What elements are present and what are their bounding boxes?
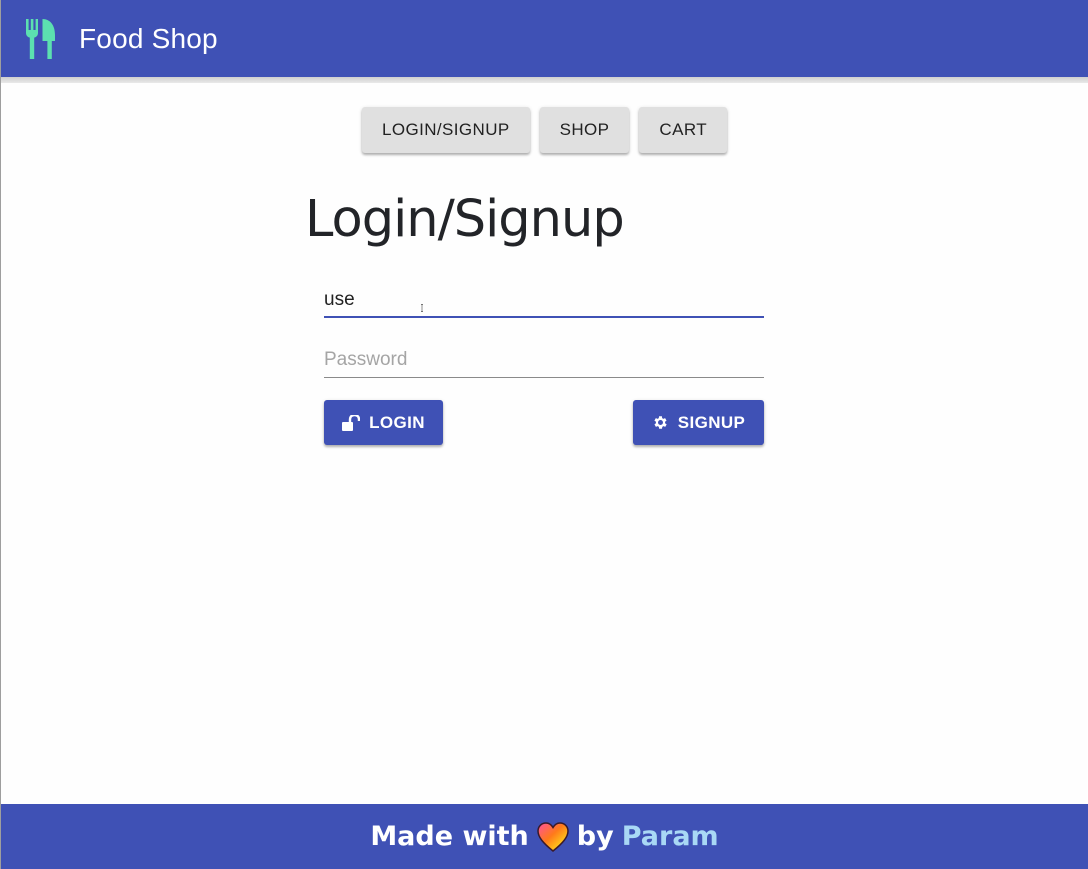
ibeam-cursor-icon [421, 304, 423, 312]
app-title[interactable]: Food Shop [79, 23, 218, 55]
footer-prefix: Made with [370, 821, 529, 852]
app-bar-shadow [1, 77, 1088, 83]
main-nav: LOGIN/SIGNUP SHOP CART [1, 107, 1088, 153]
login-button[interactable]: LOGIN [324, 400, 443, 445]
signup-button[interactable]: SIGNUP [633, 400, 764, 445]
username-underline [324, 316, 764, 318]
footer-author-link[interactable]: Param [622, 821, 719, 852]
page: Food Shop LOGIN/SIGNUP SHOP CART Login/S… [0, 0, 1088, 869]
nav-shop-button[interactable]: SHOP [539, 107, 630, 153]
unlock-icon [342, 414, 361, 431]
username-input[interactable] [324, 284, 764, 316]
page-title: Login/Signup [305, 190, 625, 249]
signup-button-label: SIGNUP [677, 412, 746, 432]
heart-icon [537, 821, 569, 852]
gear-icon [652, 414, 669, 431]
username-field-wrapper [324, 284, 764, 318]
nav-cart-button[interactable]: CART [639, 107, 727, 153]
login-button-label: LOGIN [369, 412, 425, 432]
password-underline [324, 377, 764, 378]
footer-middle: by [576, 821, 614, 852]
app-bar: Food Shop [1, 0, 1088, 77]
footer: Made with by Param [1, 804, 1088, 869]
nav-login-signup-button[interactable]: LOGIN/SIGNUP [362, 107, 530, 153]
utensils-icon [24, 18, 57, 59]
password-field-wrapper [324, 344, 764, 378]
password-input[interactable] [324, 344, 764, 376]
